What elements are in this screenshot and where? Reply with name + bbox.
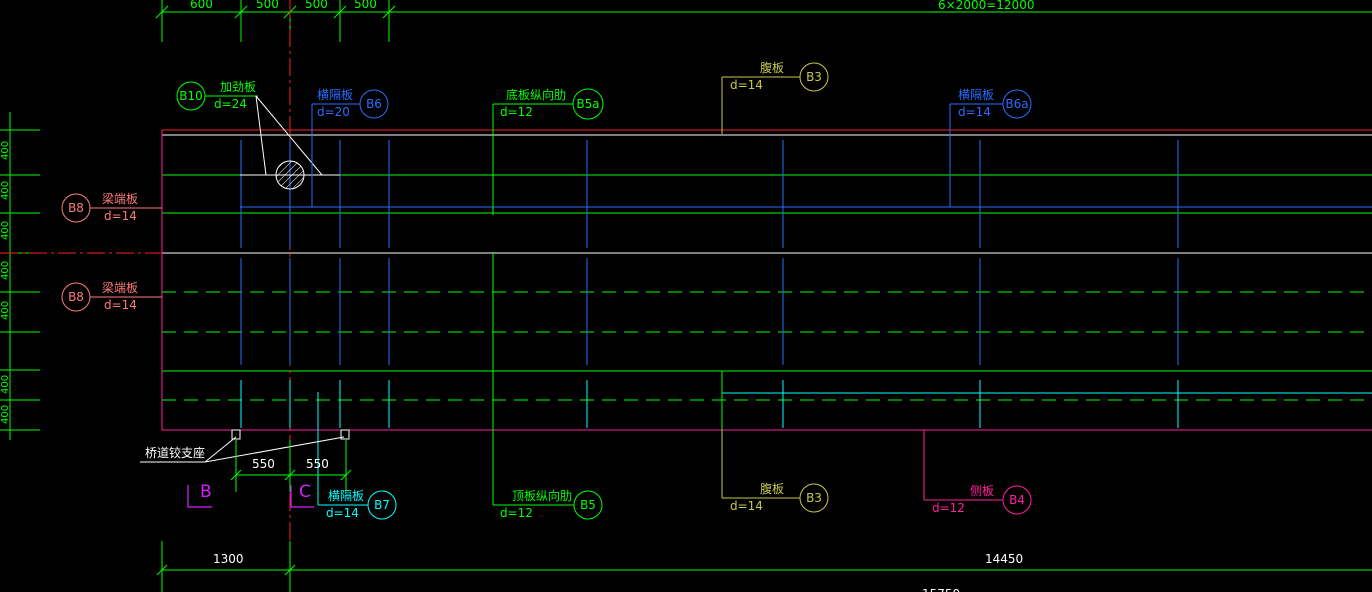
tag-b10: B10 xyxy=(179,89,203,103)
label-b8-top-name: 梁端板 xyxy=(102,191,138,206)
label-b3-top-thickness: d=14 xyxy=(730,78,763,92)
top-dim-500-a: 500 xyxy=(256,0,279,11)
label-b10-thickness: d=24 xyxy=(214,97,247,111)
label-b10-name: 加劲板 xyxy=(220,80,256,94)
left-dim-5: 400 xyxy=(0,301,11,320)
section-letters: B C xyxy=(200,482,311,502)
left-dimension-texts: 400 400 400 400 400 400 400 xyxy=(0,141,11,424)
cad-drawing-canvas[interactable]: 600 500 500 500 6×2000=12000 400 400 400… xyxy=(0,0,1372,592)
top-dim-600: 600 xyxy=(190,0,213,11)
bottom-dim-15750: 15750 xyxy=(922,587,960,592)
left-dim-1: 400 xyxy=(0,141,11,160)
label-b5-thickness: d=12 xyxy=(500,506,533,520)
label-b8-bottom-thickness: d=14 xyxy=(104,298,137,312)
label-bearing-name: 桥道铰支座 xyxy=(145,445,205,460)
top-dimension-chain xyxy=(155,0,1372,42)
label-b6-thickness: d=20 xyxy=(317,105,350,119)
label-b7-name: 横隔板 xyxy=(328,489,364,503)
bottom-dimension-texts: 1300 14450 15750 xyxy=(213,552,1023,592)
top-dim-500-b: 500 xyxy=(305,0,328,11)
tag-circles xyxy=(61,62,1032,520)
label-b3-top-name: 腹板 xyxy=(760,61,784,75)
label-b5a-name: 底板纵向肋 xyxy=(506,87,566,102)
top-dim-total: 6×2000=12000 xyxy=(938,0,1034,12)
tag-b4: B4 xyxy=(1009,493,1025,507)
bearing-left xyxy=(231,429,241,440)
tag-b3-top: B3 xyxy=(806,70,822,84)
bearing-dim-550-b: 550 xyxy=(306,457,329,471)
label-b6a-name: 横隔板 xyxy=(958,88,994,102)
section-mark-c: C xyxy=(299,482,311,502)
label-b4-name: 侧板 xyxy=(970,484,994,498)
label-b4-thickness: d=12 xyxy=(932,501,965,515)
label-b8-bottom-name: 梁端板 xyxy=(102,280,138,295)
top-dim-500-c: 500 xyxy=(354,0,377,11)
tag-b8-bottom: B8 xyxy=(68,290,84,304)
label-b3-bottom-name: 腹板 xyxy=(760,482,784,496)
bottom-dimension-chain xyxy=(156,541,1372,592)
tag-b7: B7 xyxy=(374,498,390,512)
label-b8-top-thickness: d=14 xyxy=(104,209,137,223)
dashed-longitudinal-ribs xyxy=(162,291,1372,401)
bearing-spacing-dimension xyxy=(230,440,352,492)
label-b5a-thickness: d=12 xyxy=(500,105,533,119)
tag-b5a: B5a xyxy=(576,97,599,111)
label-b6-name: 横隔板 xyxy=(317,88,353,102)
tag-texts: B10 B6 B5a B3 B6a B8 B8 B7 B5 B3 B4 xyxy=(68,70,1029,512)
left-dim-3: 400 xyxy=(0,221,11,240)
left-dim-6: 400 xyxy=(0,375,11,394)
tag-b6: B6 xyxy=(366,97,382,111)
label-b5-name: 顶板纵向肋 xyxy=(512,488,572,503)
section-mark-b: B xyxy=(200,482,212,502)
left-dim-4: 400 xyxy=(0,261,11,280)
beam-outline xyxy=(161,129,1372,431)
left-dim-2: 400 xyxy=(0,181,11,200)
stiffener-section xyxy=(240,160,340,190)
label-b7-thickness: d=14 xyxy=(326,506,359,520)
label-b6a-thickness: d=14 xyxy=(958,105,991,119)
diaphragm-lines-lower xyxy=(240,380,1179,428)
left-dim-7: 400 xyxy=(0,405,11,424)
tag-b8-top: B8 xyxy=(68,201,84,215)
bottom-dim-14450: 14450 xyxy=(985,552,1023,566)
tag-b3-bottom: B3 xyxy=(806,491,822,505)
callout-leaders xyxy=(90,76,1003,506)
bottom-dim-1300: 1300 xyxy=(213,552,244,566)
tag-b5: B5 xyxy=(580,498,596,512)
top-dimension-texts: 600 500 500 500 6×2000=12000 xyxy=(190,0,1034,12)
label-b3-bottom-thickness: d=14 xyxy=(730,499,763,513)
tag-b6a: B6a xyxy=(1005,97,1028,111)
bearing-dim-550-a: 550 xyxy=(252,457,275,471)
